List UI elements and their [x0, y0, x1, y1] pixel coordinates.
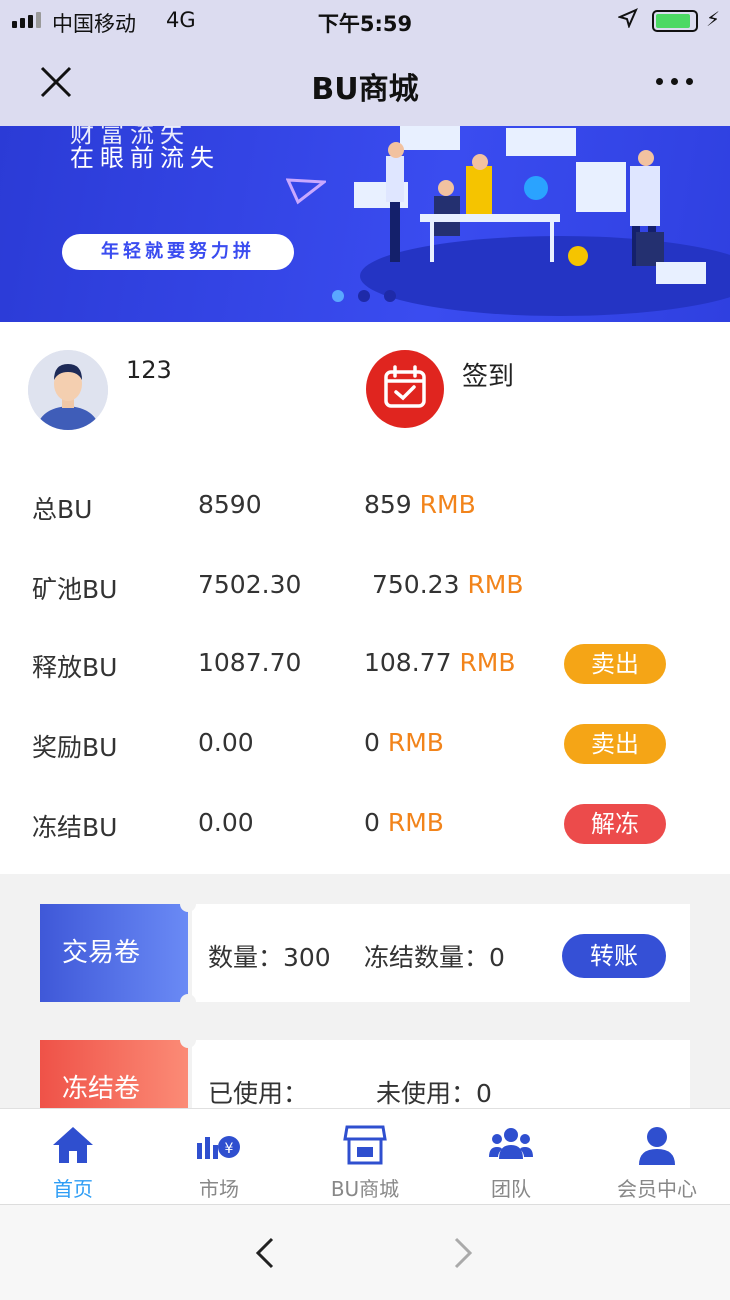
rmb-value: 0	[364, 808, 380, 837]
ticket-notch	[180, 994, 196, 1010]
ticket-notch	[180, 1032, 196, 1048]
carousel-dot[interactable]	[358, 290, 370, 302]
tab-label: 团队	[491, 1177, 531, 1201]
ticket-label: 交易卷	[40, 904, 188, 1002]
calendar-icon[interactable]	[366, 350, 444, 428]
balance-row-release: 释放BU 1087.70 108.77 RMB 卖出	[0, 644, 730, 684]
rmb-unit: RMB	[419, 490, 476, 519]
tab-team[interactable]: 团队	[438, 1109, 584, 1204]
ticket-quantity: 数量：300	[208, 943, 331, 972]
balance-label: 冻结BU	[32, 813, 118, 842]
tab-shop[interactable]: BU商城	[292, 1109, 438, 1204]
carousel-dot[interactable]	[384, 290, 396, 302]
balance-row-total: 总BU 8590 859 RMB	[0, 486, 730, 526]
username: 123	[126, 356, 172, 384]
rmb-unit: RMB	[459, 648, 516, 677]
ticket-notch	[180, 896, 196, 912]
status-bar: 中国移动 4G 下午5:59 ⚡	[0, 0, 730, 42]
charging-icon: ⚡	[706, 7, 721, 31]
balance-label: 奖励BU	[32, 733, 118, 762]
location-icon	[617, 8, 638, 33]
balance-row-frozen: 冻结BU 0.00 0 RMB 解冻	[0, 804, 730, 844]
balance-rmb: 859 RMB	[364, 490, 476, 519]
rmb-value: 108.77	[364, 648, 452, 677]
nav-bar: BU商城	[0, 42, 730, 126]
svg-text:¥: ¥	[225, 1141, 234, 1157]
tab-member[interactable]: 会员中心	[584, 1109, 730, 1204]
balance-rmb: 0 RMB	[364, 808, 444, 837]
tab-label: BU商城	[330, 1177, 400, 1201]
rmb-unit: RMB	[387, 728, 444, 757]
balance-label: 释放BU	[32, 653, 118, 682]
rmb-value: 859	[364, 490, 412, 519]
balance-rmb: 108.77 RMB	[364, 648, 516, 677]
tab-label: 首页	[53, 1177, 93, 1201]
forward-arrow-icon[interactable]	[448, 1235, 478, 1271]
tab-market[interactable]: ¥ 市场	[146, 1109, 292, 1204]
avatar[interactable]	[28, 350, 108, 430]
balance-amount: 1087.70	[198, 648, 302, 677]
rmb-value: 750.23	[372, 570, 460, 599]
ticket-frozen-quantity: 冻结数量：0	[364, 943, 505, 972]
team-icon	[489, 1128, 533, 1159]
tab-home[interactable]: 首页	[0, 1109, 146, 1204]
balance-rmb: 0 RMB	[364, 728, 444, 757]
carousel-dot[interactable]	[332, 290, 344, 302]
sign-in-button[interactable]: 签到	[462, 356, 514, 393]
battery-icon	[652, 10, 698, 32]
carousel-dots[interactable]	[332, 290, 396, 302]
ticket-trade: 交易卷 数量：300 冻结数量：0 转账	[40, 896, 690, 1010]
rmb-unit: RMB	[387, 808, 444, 837]
sell-button[interactable]: 卖出	[564, 644, 666, 684]
banner-carousel[interactable]: 财富流失 在眼前流失 年轻就要努力拼	[0, 126, 730, 322]
balance-row-pool: 矿池BU 7502.30 750.23 RMB	[0, 566, 730, 606]
more-icon[interactable]	[656, 78, 693, 85]
market-icon: ¥	[197, 1136, 240, 1159]
shop-icon	[343, 1125, 387, 1165]
balance-amount: 0.00	[198, 808, 254, 837]
balance-label: 矿池BU	[32, 575, 118, 604]
banner-slogan: 年轻就要努力拼	[62, 234, 294, 270]
unfreeze-button[interactable]: 解冻	[564, 804, 666, 844]
tab-label: 会员中心	[617, 1177, 697, 1201]
balance-amount: 8590	[198, 490, 262, 519]
balance-rmb: 750.23 RMB	[372, 570, 524, 599]
balance-row-reward: 奖励BU 0.00 0 RMB 卖出	[0, 724, 730, 764]
ticket-used: 已使用：	[208, 1079, 309, 1108]
sell-button[interactable]: 卖出	[564, 724, 666, 764]
transfer-button[interactable]: 转账	[562, 934, 666, 978]
tab-bar: 首页 ¥ 市场 BU商城 团队 会员中心	[0, 1108, 730, 1204]
home-icon	[53, 1127, 93, 1163]
triangle-icon	[286, 178, 326, 205]
back-arrow-icon[interactable]	[250, 1235, 280, 1271]
banner-line-2: 在眼前流失	[70, 144, 220, 172]
tab-label: 市场	[199, 1177, 239, 1201]
account-card: 123 签到 总BU 8590 859 RMB 矿池BU 7502.30 750…	[0, 322, 730, 874]
page-title: BU商城	[311, 72, 419, 107]
browser-toolbar	[0, 1204, 730, 1300]
member-icon	[639, 1127, 675, 1165]
rmb-unit: RMB	[467, 570, 524, 599]
balance-amount: 0.00	[198, 728, 254, 757]
balance-amount: 7502.30	[198, 570, 302, 599]
ticket-unused: 未使用：0	[376, 1079, 492, 1108]
balance-label: 总BU	[32, 495, 93, 524]
rmb-value: 0	[364, 728, 380, 757]
